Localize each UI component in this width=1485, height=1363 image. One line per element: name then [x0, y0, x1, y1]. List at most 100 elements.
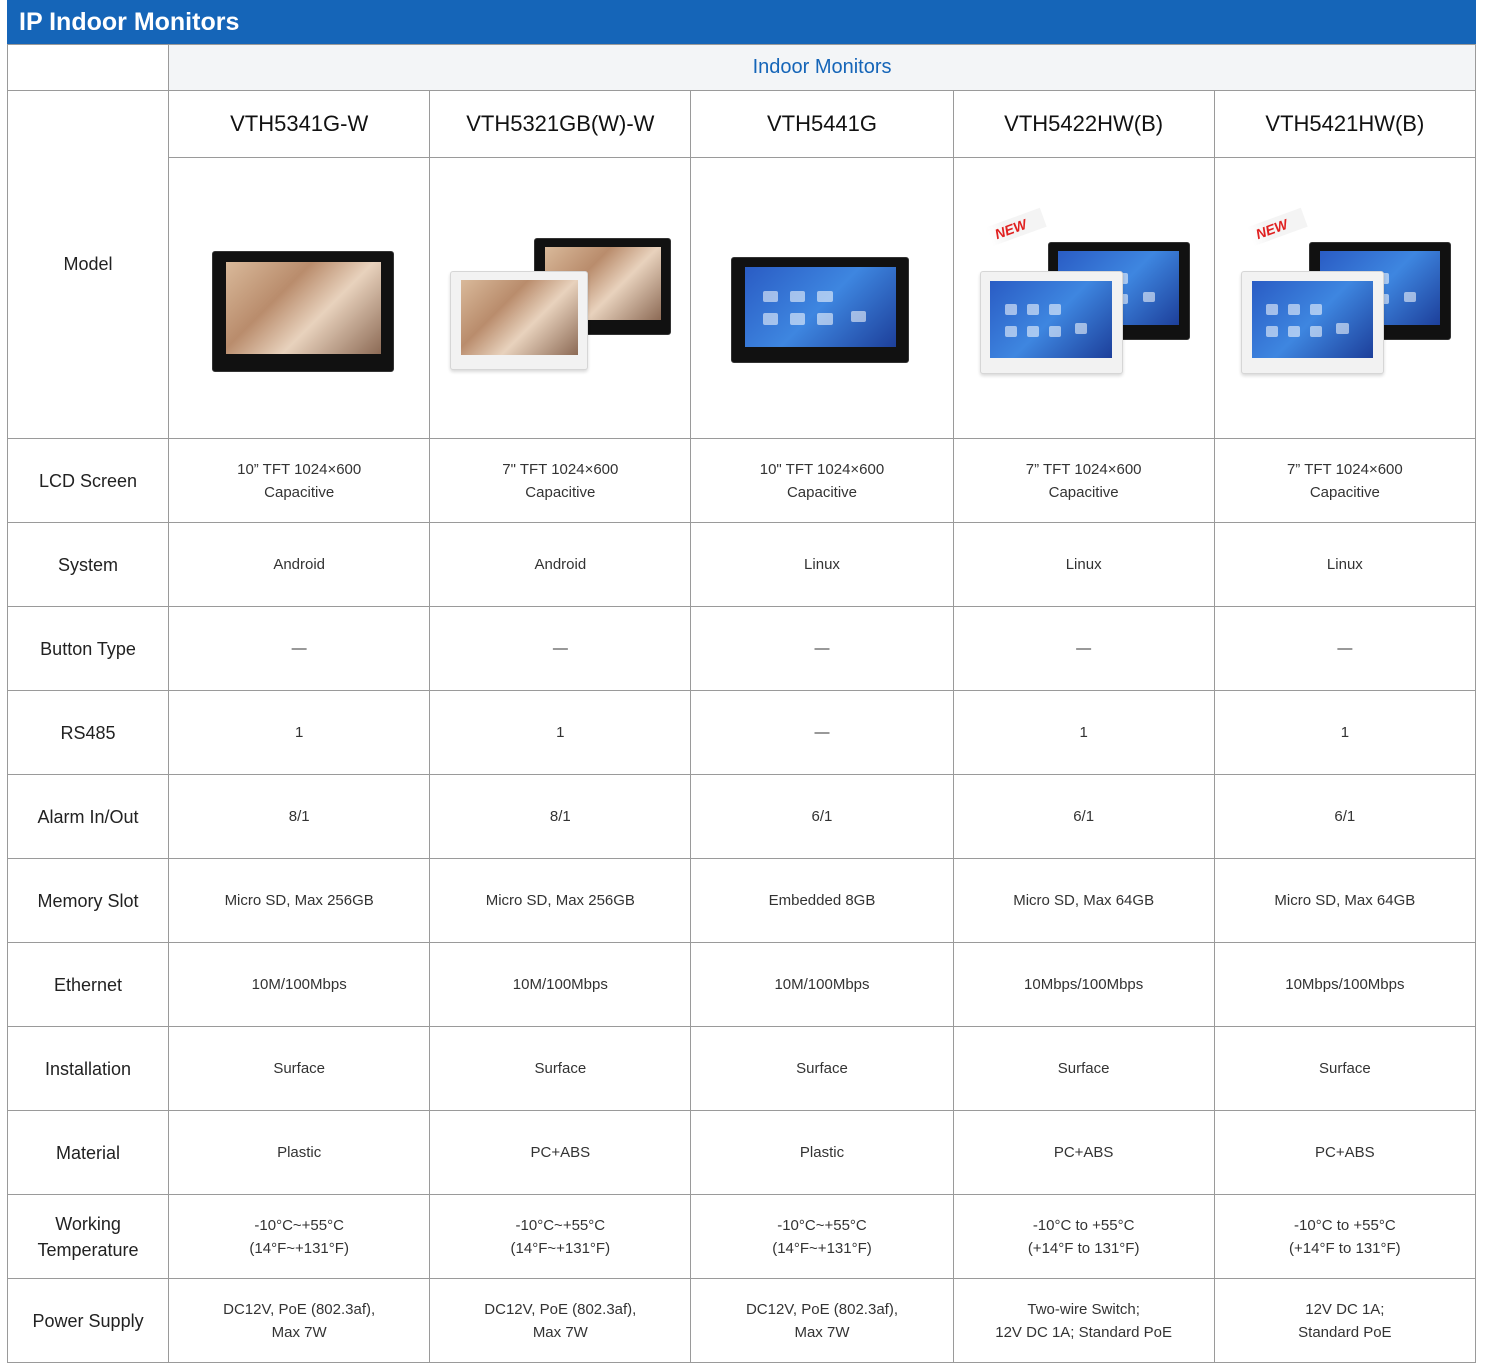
- spec-value: —: [1213, 606, 1477, 691]
- monitor-photo-screen: [225, 262, 381, 354]
- spec-value: 8/1: [168, 774, 431, 859]
- spec-value: 7” TFT 1024×600 Capacitive: [1213, 438, 1477, 523]
- spec-row-label: Power Supply: [6, 1278, 170, 1363]
- spec-value: —: [429, 606, 692, 691]
- model-name: VTH5341G-W: [168, 90, 431, 158]
- corner-cell: [6, 44, 170, 91]
- model-image-cell: [429, 157, 692, 439]
- spec-row-label: Memory Slot: [6, 858, 170, 943]
- spec-value: —: [690, 606, 954, 691]
- monitor-photo-screen: [460, 280, 578, 355]
- new-badge: NEW: [1247, 207, 1308, 246]
- spec-value: Embedded 8GB: [690, 858, 954, 943]
- model-image-cell: NEW: [952, 157, 1215, 439]
- spec-value: 10" TFT 1024×600 Capacitive: [690, 438, 954, 523]
- group-header-row: Indoor Monitors: [6, 44, 1476, 91]
- spec-row: Alarm In/Out 8/1 8/1 6/1 6/1 6/1: [6, 774, 1477, 859]
- spec-value: 6/1: [690, 774, 954, 859]
- spec-value: 7” TFT 1024×600 Capacitive: [952, 438, 1215, 523]
- spec-value: Surface: [690, 1026, 954, 1111]
- spec-value: 1: [1213, 690, 1477, 775]
- model-image-cell: [690, 157, 954, 439]
- spec-row: Power Supply DC12V, PoE (802.3af), Max 7W…: [6, 1278, 1477, 1363]
- spec-table: Indoor Monitors Model VTH5341G-W VTH5321G…: [6, 44, 1477, 1363]
- spec-value: DC12V, PoE (802.3af), Max 7W: [690, 1278, 954, 1363]
- model-name-row: Model VTH5341G-W VTH5321GB(W)-W VTH5441G VT…: [6, 90, 1477, 439]
- spec-value: 10” TFT 1024×600 Capacitive: [168, 438, 431, 523]
- spec-value: Android: [429, 522, 692, 607]
- model-name: VTH5422HW(B): [952, 90, 1215, 158]
- monitor-ui-screen: [744, 266, 897, 347]
- spec-value: 8/1: [429, 774, 692, 859]
- model-name: VTH5321GB(W)-W: [429, 90, 692, 158]
- spec-value: 10Mbps/100Mbps: [1213, 942, 1477, 1027]
- spec-value: PC+ABS: [952, 1110, 1215, 1195]
- spec-row-label: Alarm In/Out: [6, 774, 170, 859]
- spec-row: Material Plastic PC+ABS Plastic PC+ABS PC+ABS: [6, 1110, 1477, 1195]
- white-monitor-image: [979, 270, 1123, 374]
- spec-value: Micro SD, Max 256GB: [168, 858, 431, 943]
- model-image-cell: [168, 157, 431, 439]
- spec-value: Surface: [429, 1026, 692, 1111]
- spec-value: Linux: [952, 522, 1215, 607]
- spec-value: Plastic: [690, 1110, 954, 1195]
- white-monitor-image: [450, 270, 589, 370]
- spec-value: Linux: [690, 522, 954, 607]
- monitor-ui-screen: [990, 280, 1112, 359]
- spec-value: 1: [429, 690, 692, 775]
- new-badge: NEW: [985, 207, 1046, 246]
- row-label-model: Model: [6, 90, 170, 439]
- spec-value: 6/1: [1213, 774, 1477, 859]
- spec-value: Android: [168, 522, 431, 607]
- spec-row: RS485 1 1—1 1: [6, 690, 1477, 775]
- spec-row: Memory Slot Micro SD, Max 256GB Micro SD, …: [6, 858, 1477, 943]
- spec-row-label: Installation: [6, 1026, 170, 1111]
- spec-value: 12V DC 1A; Standard PoE: [1213, 1278, 1477, 1363]
- monitor-ui-screen: [1251, 280, 1373, 359]
- spec-value: DC12V, PoE (802.3af), Max 7W: [429, 1278, 692, 1363]
- spec-row: Working Temperature -10°C~+55°C (14°F~+13…: [6, 1194, 1477, 1279]
- spec-value: Micro SD, Max 64GB: [1213, 858, 1477, 943]
- spec-row-label: Material: [6, 1110, 170, 1195]
- spec-row: Installation Surface Surface Surface Surface…: [6, 1026, 1477, 1111]
- spec-value: Two-wire Switch; 12V DC 1A; Standard PoE: [952, 1278, 1215, 1363]
- spec-row: System Android Android Linux Linux Linux: [6, 522, 1477, 607]
- black-monitor-image: [731, 256, 910, 363]
- spec-value: Micro SD, Max 256GB: [429, 858, 692, 943]
- spec-value: Surface: [952, 1026, 1215, 1111]
- spec-value: 10M/100Mbps: [690, 942, 954, 1027]
- spec-row-label: LCD Screen: [6, 438, 170, 523]
- spec-value: -10°C~+55°C (14°F~+131°F): [429, 1194, 692, 1279]
- spec-row: Ethernet 10M/100Mbps 10M/100Mbps 10M/100Mbp…: [6, 942, 1477, 1027]
- spec-value: Surface: [168, 1026, 431, 1111]
- spec-value: Plastic: [168, 1110, 431, 1195]
- spec-row-label: System: [6, 522, 170, 607]
- page-title: IP Indoor Monitors: [7, 0, 1476, 44]
- white-monitor-image: [1240, 270, 1384, 374]
- spec-value: —: [690, 690, 954, 775]
- spec-value: -10°C to +55°C (+14°F to 131°F): [1213, 1194, 1477, 1279]
- model-image-row: NEW NEW: [8, 157, 1477, 439]
- spec-row: Button Type — — — — —: [6, 606, 1477, 691]
- spec-row-label: Working Temperature: [6, 1194, 170, 1279]
- spec-value: PC+ABS: [1213, 1110, 1477, 1195]
- spec-value: 7" TFT 1024×600 Capacitive: [429, 438, 692, 523]
- spec-value: —: [952, 606, 1215, 691]
- spec-value: Micro SD, Max 64GB: [952, 858, 1215, 943]
- model-name: VTH5441G: [690, 90, 954, 158]
- spec-value: 10M/100Mbps: [168, 942, 431, 1027]
- spec-value: Linux: [1213, 522, 1477, 607]
- spec-value: PC+ABS: [429, 1110, 692, 1195]
- spec-value: 1: [168, 690, 431, 775]
- spec-value: -10°C to +55°C (+14°F to 131°F): [952, 1194, 1215, 1279]
- spec-row: LCD Screen 10” TFT 1024×600 Capacitive 7" …: [6, 438, 1477, 523]
- spec-value: -10°C~+55°C (14°F~+131°F): [168, 1194, 431, 1279]
- spec-row-label: Button Type: [6, 606, 170, 691]
- spec-value: 1: [952, 690, 1215, 775]
- spec-row-label: RS485: [6, 690, 170, 775]
- spec-value: 6/1: [952, 774, 1215, 859]
- spec-value: 10Mbps/100Mbps: [952, 942, 1215, 1027]
- spec-value: —: [168, 606, 431, 691]
- spec-value: DC12V, PoE (802.3af), Max 7W: [168, 1278, 431, 1363]
- model-image-cell: NEW: [1213, 157, 1477, 439]
